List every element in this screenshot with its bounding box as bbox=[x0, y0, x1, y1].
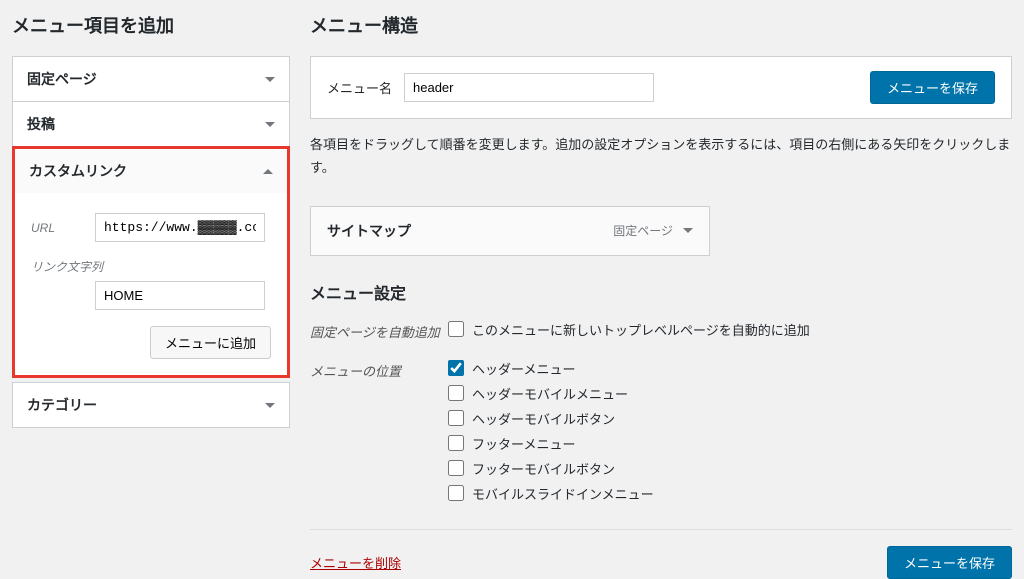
location-label-0: ヘッダーメニュー bbox=[472, 359, 575, 378]
accordion-categories-label: カテゴリー bbox=[27, 395, 97, 415]
menu-item[interactable]: サイトマップ 固定ページ bbox=[310, 206, 710, 256]
left-heading: メニュー項目を追加 bbox=[12, 12, 290, 38]
menu-item-title: サイトマップ bbox=[327, 221, 411, 241]
add-to-menu-button[interactable]: メニューに追加 bbox=[150, 326, 271, 359]
accordion-custom-label: カスタムリンク bbox=[29, 161, 127, 181]
save-menu-button-top[interactable]: メニューを保存 bbox=[870, 71, 995, 104]
location-checkbox-1[interactable] bbox=[448, 385, 464, 401]
accordion-custom-link[interactable]: カスタムリンク bbox=[15, 149, 287, 193]
accordion-posts-label: 投稿 bbox=[27, 114, 55, 134]
link-text-input[interactable] bbox=[95, 281, 265, 310]
location-label-2: ヘッダーモバイルボタン bbox=[472, 409, 615, 428]
menu-name-input[interactable] bbox=[404, 73, 654, 102]
accordion-categories[interactable]: カテゴリー bbox=[12, 382, 290, 428]
accordion-pages-label: 固定ページ bbox=[27, 69, 97, 89]
menu-name-bar: メニュー名 メニューを保存 bbox=[310, 56, 1012, 119]
menu-item-type: 固定ページ bbox=[613, 222, 673, 239]
location-label-3: フッターメニュー bbox=[472, 434, 575, 453]
location-label-5: モバイルスライドインメニュー bbox=[472, 484, 654, 503]
location-checkbox-5[interactable] bbox=[448, 485, 464, 501]
chevron-down-icon bbox=[265, 77, 275, 82]
location-checkbox-0[interactable] bbox=[448, 360, 464, 376]
auto-add-label: 固定ページを自動追加 bbox=[310, 320, 448, 341]
url-input[interactable] bbox=[95, 213, 265, 242]
chevron-down-icon bbox=[265, 403, 275, 408]
location-checkbox-2[interactable] bbox=[448, 410, 464, 426]
menu-name-label: メニュー名 bbox=[327, 78, 392, 97]
delete-menu-link[interactable]: メニューを削除 bbox=[310, 553, 401, 572]
settings-heading: メニュー設定 bbox=[310, 280, 1012, 304]
chevron-down-icon bbox=[683, 228, 693, 233]
right-heading: メニュー構造 bbox=[310, 12, 1012, 38]
instruction-text: 各項目をドラッグして順番を変更します。追加の設定オプションを表示するには、項目の… bbox=[310, 133, 1012, 180]
accordion-posts[interactable]: 投稿 bbox=[12, 101, 290, 147]
chevron-up-icon bbox=[263, 169, 273, 174]
save-menu-button-bottom[interactable]: メニューを保存 bbox=[887, 546, 1012, 579]
location-label-4: フッターモバイルボタン bbox=[472, 459, 615, 478]
auto-add-text: このメニューに新しいトップレベルページを自動的に追加 bbox=[472, 320, 810, 339]
location-label-1: ヘッダーモバイルメニュー bbox=[472, 384, 628, 403]
location-checkbox-3[interactable] bbox=[448, 435, 464, 451]
chevron-down-icon bbox=[265, 122, 275, 127]
location-label: メニューの位置 bbox=[310, 359, 448, 380]
accordion-pages[interactable]: 固定ページ bbox=[12, 56, 290, 102]
auto-add-checkbox[interactable] bbox=[448, 321, 464, 337]
location-checkbox-4[interactable] bbox=[448, 460, 464, 476]
url-label: URL bbox=[31, 221, 75, 235]
link-text-label: リンク文字列 bbox=[31, 258, 271, 275]
